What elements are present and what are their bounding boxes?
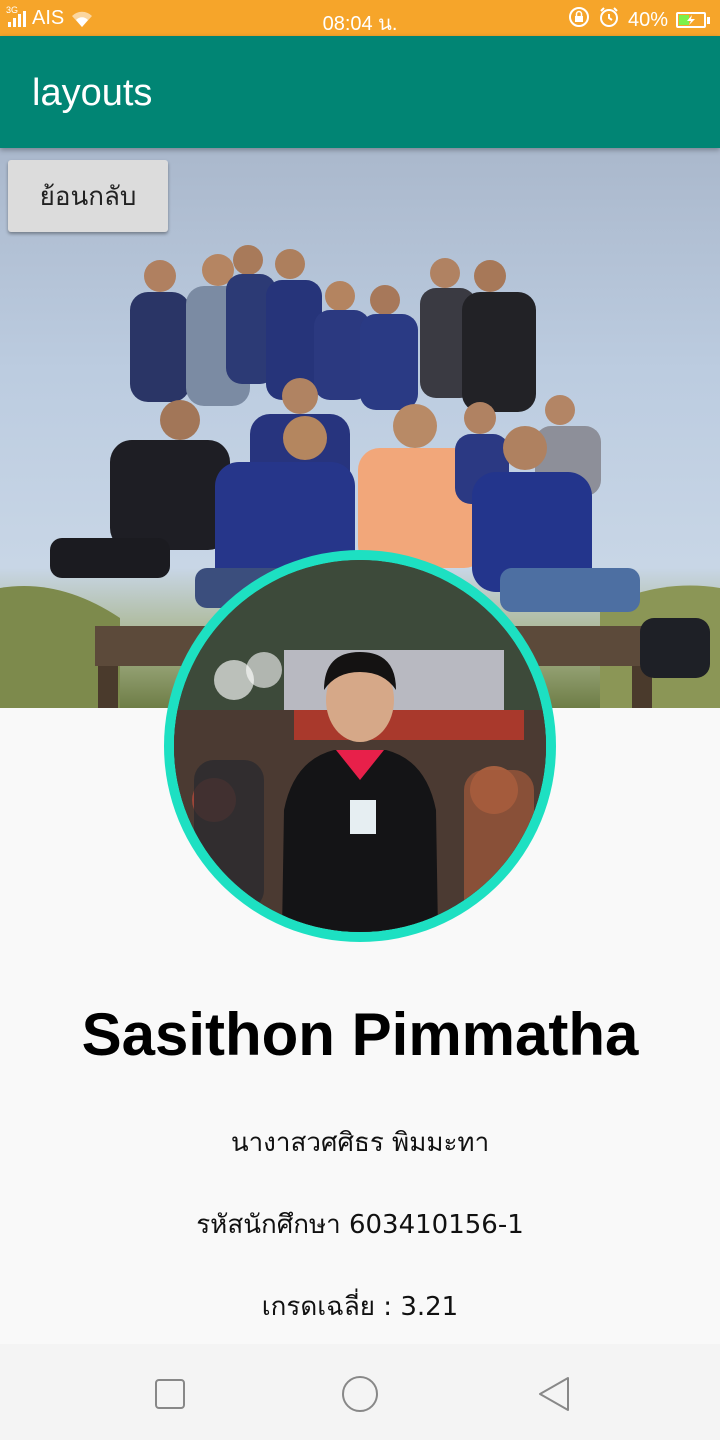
app-bar: layouts <box>0 36 720 148</box>
avatar <box>174 560 546 932</box>
battery-percent: 40% <box>627 8 668 31</box>
alarm-icon <box>598 6 620 34</box>
navigation-bar <box>0 1344 720 1440</box>
battery-charging-icon <box>676 12 710 28</box>
profile-name: Sasithon Pimmatha <box>81 1001 639 1068</box>
status-bar: 3G AIS 08:04 น. 40% <box>0 0 720 36</box>
profile-avatar-ring <box>164 550 556 942</box>
back-nav-button[interactable] <box>534 1374 574 1414</box>
home-button[interactable] <box>340 1374 380 1414</box>
profile-thai-name: นางาสวศศิธร พิมมะทา <box>230 1128 490 1158</box>
lock-rotation-icon <box>568 6 590 34</box>
profile-gpa: เกรดเฉลี่ย : 3.21 <box>261 1292 459 1322</box>
app-title: layouts <box>32 72 153 114</box>
back-button[interactable]: ย้อนกลับ <box>8 160 168 232</box>
profile-student-id: รหัสนักศึกษา 603410156-1 <box>196 1210 524 1240</box>
recent-apps-button[interactable] <box>150 1374 190 1414</box>
